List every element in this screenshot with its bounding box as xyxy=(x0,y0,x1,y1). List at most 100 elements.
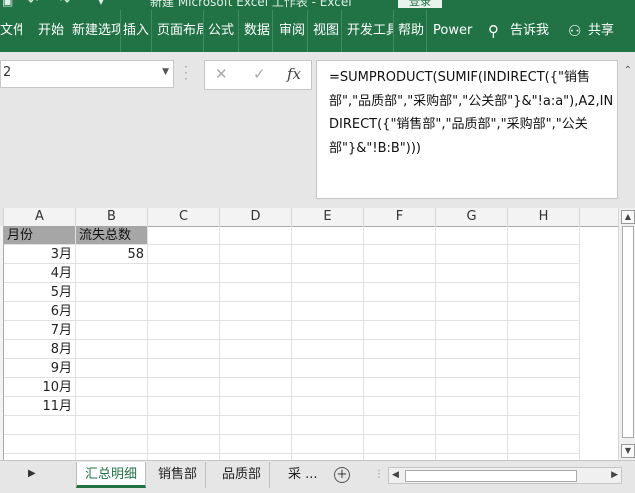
grid-cell[interactable] xyxy=(508,340,580,359)
total-cell[interactable] xyxy=(76,359,148,378)
total-cell[interactable] xyxy=(76,340,148,359)
grid-cell[interactable] xyxy=(364,397,436,416)
tab-new[interactable]: 新建选项卡 xyxy=(72,10,121,52)
grid-cell[interactable] xyxy=(148,340,220,359)
column-header-g[interactable]: G xyxy=(436,208,508,226)
grid-cell[interactable] xyxy=(76,435,148,454)
column-header-h[interactable]: H xyxy=(508,208,580,226)
grid-cell[interactable] xyxy=(508,302,580,321)
scroll-up-icon[interactable]: ▲ xyxy=(621,210,635,224)
worksheet-grid[interactable]: ABCDEFGH 月份 流失总数 3月 58 4月 5月 6月 7月 8月 9月 10月 11月 xyxy=(0,208,618,460)
grid-cell[interactable] xyxy=(364,226,436,245)
grid-cell[interactable] xyxy=(436,321,508,340)
grid-cell[interactable] xyxy=(364,245,436,264)
grid-cell[interactable] xyxy=(292,302,364,321)
scroll-right-icon[interactable]: ▶ xyxy=(611,468,618,483)
tab-data[interactable]: 数据 xyxy=(244,10,273,52)
grid-cell[interactable] xyxy=(220,416,292,435)
grid-cell[interactable] xyxy=(292,264,364,283)
grid-cell[interactable] xyxy=(220,359,292,378)
grid-cell[interactable] xyxy=(148,359,220,378)
month-cell[interactable]: 10月 xyxy=(4,378,76,397)
insert-function-button[interactable]: fx xyxy=(287,65,301,83)
grid-cell[interactable] xyxy=(292,397,364,416)
tab-home[interactable]: 开始 xyxy=(38,10,66,52)
grid-cell[interactable] xyxy=(436,340,508,359)
grid-cell[interactable] xyxy=(364,340,436,359)
total-cell[interactable] xyxy=(76,264,148,283)
cancel-icon[interactable]: ✕ xyxy=(215,65,228,83)
add-sheet-icon[interactable]: + xyxy=(334,467,350,483)
grid-cell[interactable] xyxy=(436,397,508,416)
month-cell[interactable]: 9月 xyxy=(4,359,76,378)
grid-cell[interactable] xyxy=(4,416,76,435)
month-cell[interactable]: 7月 xyxy=(4,321,76,340)
total-cell[interactable]: 58 xyxy=(76,245,148,264)
share-button[interactable]: 共享 xyxy=(588,10,618,52)
grid-cell[interactable] xyxy=(148,378,220,397)
tab-review[interactable]: 审阅 xyxy=(279,10,308,52)
month-cell[interactable]: 3月 xyxy=(4,245,76,264)
header-cell[interactable]: 月份 xyxy=(4,226,76,245)
grid-cell[interactable] xyxy=(148,321,220,340)
grid-cell[interactable] xyxy=(508,245,580,264)
grid-cell[interactable] xyxy=(220,264,292,283)
share-person-icon[interactable]: ⚇ xyxy=(568,10,582,52)
grid-cell[interactable] xyxy=(508,435,580,454)
scroll-down-icon[interactable]: ▼ xyxy=(621,444,635,458)
grid-cell[interactable] xyxy=(436,359,508,378)
grid-cell[interactable] xyxy=(364,283,436,302)
tab-help[interactable]: 帮助 xyxy=(398,10,427,52)
grid-cell[interactable] xyxy=(364,264,436,283)
month-cell[interactable]: 8月 xyxy=(4,340,76,359)
grid-cell[interactable] xyxy=(436,435,508,454)
grid-cell[interactable] xyxy=(364,435,436,454)
grid-cell[interactable] xyxy=(148,226,220,245)
redo-icon[interactable]: ↷ xyxy=(60,0,70,8)
grid-cell[interactable] xyxy=(220,302,292,321)
month-cell[interactable]: 6月 xyxy=(4,302,76,321)
tab-developer[interactable]: 开发工具 xyxy=(347,10,394,52)
grid-cell[interactable] xyxy=(364,302,436,321)
grid-cell[interactable] xyxy=(292,416,364,435)
grid-cell[interactable] xyxy=(220,226,292,245)
grid-cell[interactable] xyxy=(508,321,580,340)
tab-insert[interactable]: 插入 xyxy=(123,10,152,52)
grid-cell[interactable] xyxy=(220,435,292,454)
grid-cell[interactable] xyxy=(508,226,580,245)
grid-cell[interactable] xyxy=(292,359,364,378)
grid-cell[interactable] xyxy=(508,416,580,435)
grid-cell[interactable] xyxy=(220,340,292,359)
total-cell[interactable] xyxy=(76,397,148,416)
grid-cell[interactable] xyxy=(436,264,508,283)
grid-cell[interactable] xyxy=(292,435,364,454)
tab-power[interactable]: Power xyxy=(433,10,473,52)
grid-cell[interactable] xyxy=(148,245,220,264)
vertical-scroll-thumb[interactable] xyxy=(622,226,634,438)
lightbulb-icon[interactable]: ⚲ xyxy=(488,10,502,52)
column-header-b[interactable]: B xyxy=(76,208,148,226)
grid-cell[interactable] xyxy=(508,359,580,378)
total-cell[interactable] xyxy=(76,321,148,340)
undo-icon[interactable]: ↶ xyxy=(28,0,38,8)
grid-cell[interactable] xyxy=(148,302,220,321)
tab-view[interactable]: 视图 xyxy=(313,10,342,52)
tab-formulas[interactable]: 公式 xyxy=(208,10,239,52)
grid-cell[interactable] xyxy=(220,397,292,416)
scroll-left-icon[interactable]: ◀ xyxy=(392,468,399,483)
column-header-c[interactable]: C xyxy=(148,208,220,226)
grid-cell[interactable] xyxy=(364,359,436,378)
month-cell[interactable]: 4月 xyxy=(4,264,76,283)
grid-cell[interactable] xyxy=(292,283,364,302)
grid-cell[interactable] xyxy=(220,283,292,302)
grid-cell[interactable] xyxy=(508,264,580,283)
grid-cell[interactable] xyxy=(364,378,436,397)
grid-cell[interactable] xyxy=(220,378,292,397)
grid-cell[interactable] xyxy=(508,378,580,397)
enter-check-icon[interactable]: ✓ xyxy=(253,65,266,83)
grid-cell[interactable] xyxy=(436,283,508,302)
sheet-nav-next-icon[interactable]: ▶ xyxy=(28,468,36,479)
chevron-down-icon[interactable]: ▼ xyxy=(162,67,169,77)
column-header-f[interactable]: F xyxy=(364,208,436,226)
grid-cell[interactable] xyxy=(148,264,220,283)
